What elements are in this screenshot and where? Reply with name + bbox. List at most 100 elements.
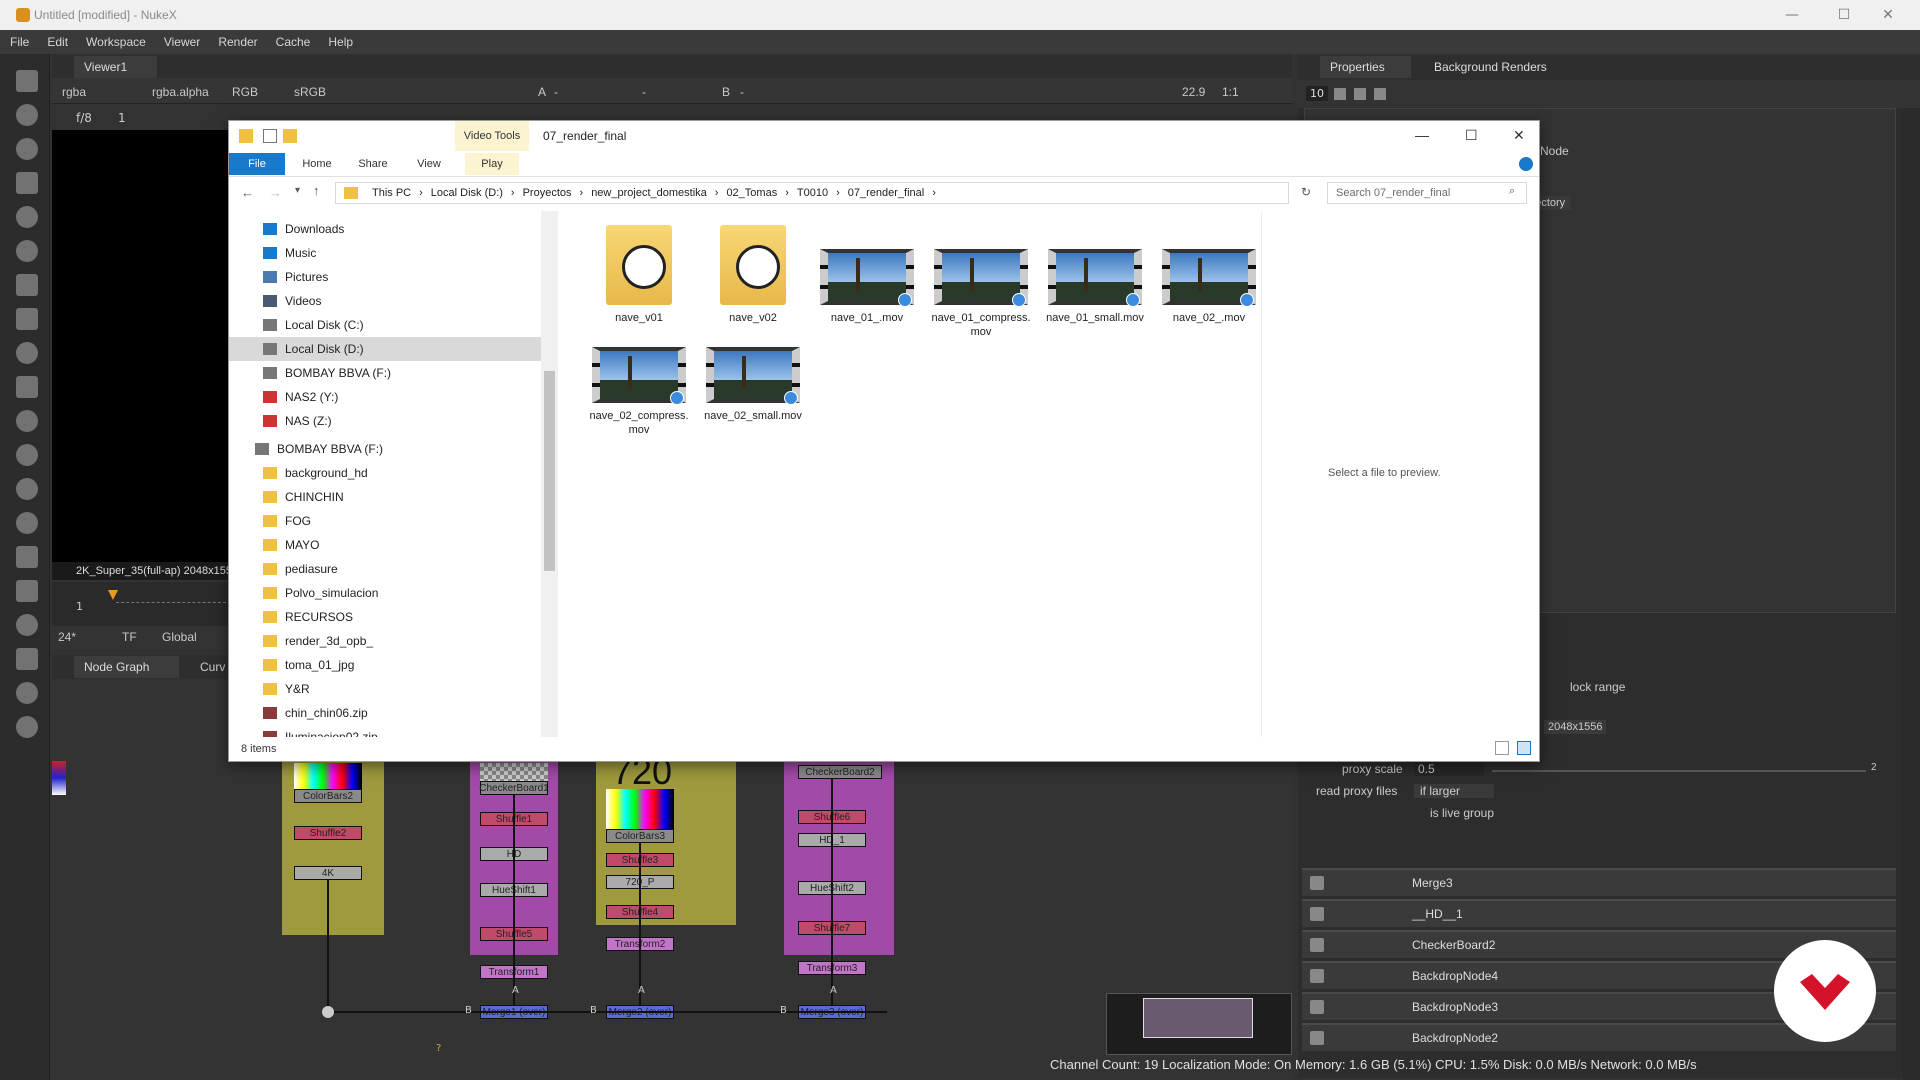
nav-scroll-thumb[interactable] (544, 371, 555, 571)
filter-tool-icon[interactable] (16, 240, 38, 262)
tf-select[interactable]: TF (122, 630, 137, 644)
nav-item[interactable]: pediasure (229, 557, 541, 581)
minimize-button[interactable]: — (1770, 0, 1814, 30)
up-arrow-icon[interactable]: ↑ (313, 183, 320, 198)
explorer-minimize-button[interactable]: — (1415, 127, 1429, 143)
node-tab-label[interactable]: Node (1540, 144, 1569, 158)
node-4k[interactable]: 4K (294, 866, 362, 880)
close-button[interactable]: ✕ (1866, 0, 1910, 30)
breadcrumb-proyectos[interactable]: Proyectos (523, 187, 572, 199)
particles-tool-icon[interactable] (16, 410, 38, 432)
nav-item[interactable]: background_hd (229, 461, 541, 485)
back-arrow-icon[interactable]: ← (241, 185, 254, 200)
maximize-button[interactable]: ☐ (1822, 0, 1866, 30)
ribbon-share[interactable]: Share (347, 153, 399, 175)
input-b-select[interactable]: - (740, 83, 744, 100)
lock-icon[interactable] (1334, 88, 1346, 100)
minimap-viewport[interactable] (1143, 998, 1253, 1038)
video-file-item[interactable]: nave_02_.mov (1157, 225, 1261, 325)
properties-scrollbar[interactable] (1903, 108, 1920, 1080)
nav-item[interactable]: NAS2 (Y:) (229, 385, 541, 409)
nav-item[interactable]: NAS (Z:) (229, 409, 541, 433)
keyer-tool-icon[interactable] (16, 274, 38, 296)
nav-item[interactable]: RECURSOS (229, 605, 541, 629)
nav-item[interactable]: FOG (229, 509, 541, 533)
live-group-checkbox[interactable]: is live group (1430, 806, 1494, 820)
breadcrumb-this-pc[interactable]: This PC (372, 187, 411, 199)
video-file-item[interactable]: nave_02_small.mov (701, 323, 805, 423)
lock-range-checkbox[interactable]: lock range (1570, 680, 1625, 694)
video-file-item[interactable]: nave_02_compress.mov (587, 323, 691, 437)
format-select[interactable]: 2048x1556 (1544, 720, 1607, 734)
property-row-merge3[interactable]: Merge3 (1302, 868, 1896, 896)
node-checkerboard1[interactable]: CheckerBoard1 (479, 781, 549, 795)
display-select[interactable]: RGB (232, 83, 258, 100)
plugin-tool-icon[interactable] (16, 682, 38, 704)
video-file-item[interactable]: nave_01_small.mov (1043, 225, 1147, 325)
video-file-item[interactable]: nave_01_.mov (815, 225, 919, 325)
ratio-select[interactable]: 1:1 (1222, 83, 1239, 100)
nav-item[interactable]: CHINCHIN (229, 485, 541, 509)
tab-properties[interactable]: Properties (1320, 56, 1411, 78)
expand-icon[interactable] (1310, 938, 1324, 952)
ribbon-home[interactable]: Home (291, 153, 343, 175)
menu-edit[interactable]: Edit (47, 35, 68, 49)
menu-render[interactable]: Render (218, 35, 257, 49)
fstop-value[interactable]: f/8 (76, 109, 92, 126)
new-folder-icon[interactable] (283, 129, 297, 143)
deep-tool-icon[interactable] (16, 444, 38, 466)
metadata-tool-icon[interactable] (16, 512, 38, 534)
folder-item[interactable]: nave_v02 (701, 225, 805, 325)
menu-help[interactable]: Help (328, 35, 353, 49)
nav-item[interactable]: BOMBAY BBVA (F:) (229, 437, 541, 461)
forward-arrow-icon[interactable]: → (269, 185, 282, 200)
colorspace-select[interactable]: sRGB (294, 83, 326, 100)
large-icons-view-icon[interactable] (1517, 741, 1531, 755)
nav-item[interactable]: toma_01_jpg (229, 653, 541, 677)
alpha-select[interactable]: rgba.alpha (152, 83, 209, 100)
frame-value[interactable]: 1 (118, 109, 126, 126)
menu-file[interactable]: File (10, 35, 29, 49)
expand-icon[interactable] (1310, 1031, 1324, 1045)
color-tool-icon[interactable] (16, 206, 38, 228)
zoom-value[interactable]: 22.9 (1182, 83, 1205, 100)
node-shuffle2[interactable]: Shuffle2 (294, 826, 362, 840)
nav-item[interactable]: Downloads (229, 217, 541, 241)
max-panels-field[interactable]: 10 (1306, 86, 1328, 101)
nav-item[interactable]: render_3d_opb_ (229, 629, 541, 653)
channels-select[interactable]: rgba (62, 83, 86, 100)
node-colorbars3[interactable]: ColorBars3 (606, 829, 674, 843)
refresh-icon[interactable]: ↻ (1301, 185, 1311, 199)
views-tool-icon[interactable] (16, 478, 38, 500)
dot-node[interactable] (322, 1006, 334, 1018)
nav-item[interactable]: Polvo_simulacion (229, 581, 541, 605)
search-input[interactable]: Search 07_render_final (1327, 182, 1527, 204)
property-row-hd-1[interactable]: __HD__1 (1302, 899, 1896, 927)
nuke-tool-icon[interactable] (16, 716, 38, 738)
ribbon-play[interactable]: Play (465, 153, 519, 175)
image-tool-icon[interactable] (16, 70, 38, 92)
breadcrumb-02-tomas[interactable]: 02_Tomas (726, 187, 777, 199)
nav-item[interactable]: Music (229, 241, 541, 265)
node-graph-minimap[interactable] (1106, 993, 1292, 1055)
menu-viewer[interactable]: Viewer (164, 35, 200, 49)
explorer-maximize-button[interactable]: ☐ (1465, 127, 1478, 144)
tab-node-graph[interactable]: Node Graph (74, 656, 180, 678)
input-a-select[interactable]: - (554, 83, 558, 100)
other-tool-icon[interactable] (16, 580, 38, 602)
viewer-node-thumb[interactable] (52, 761, 66, 795)
nav-item[interactable]: Local Disk (D:) (229, 337, 541, 361)
help-icon[interactable] (1519, 157, 1533, 171)
expand-icon[interactable] (1310, 969, 1324, 983)
proxy-scale-input[interactable]: 0.5 (1414, 762, 1484, 776)
revision-tool-icon[interactable] (16, 648, 38, 670)
read-proxy-select[interactable]: if larger (1414, 784, 1494, 798)
menu-cache[interactable]: Cache (276, 35, 311, 49)
nav-item[interactable]: Iluminacion02.zip (229, 725, 541, 737)
nav-item[interactable]: BOMBAY BBVA (F:) (229, 361, 541, 385)
merge-tool-icon[interactable] (16, 308, 38, 330)
time-tool-icon[interactable] (16, 138, 38, 160)
menu-workspace[interactable]: Workspace (86, 35, 146, 49)
3d-tool-icon[interactable] (16, 376, 38, 398)
draw-tool-icon[interactable] (16, 104, 38, 126)
